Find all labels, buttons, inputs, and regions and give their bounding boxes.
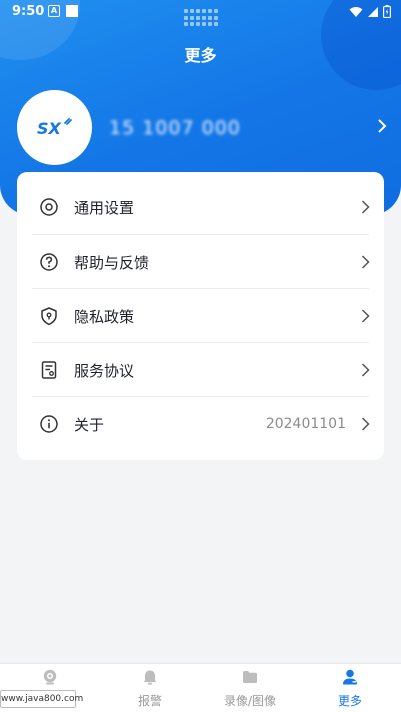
settings-ring-icon — [40, 198, 58, 216]
tab-label: 录像/图像 — [223, 694, 277, 708]
tab-alarm[interactable]: 报警 — [100, 664, 200, 712]
tab-label: 报警 — [137, 694, 162, 708]
sx-logo: SX — [37, 117, 72, 138]
notification-a-icon: A — [48, 5, 60, 17]
menu-item-label: 服务协议 — [74, 361, 135, 380]
menu-item-label: 隐私政策 — [74, 307, 135, 326]
menu-item-general-settings[interactable]: 通用设置 — [17, 180, 384, 234]
folder-icon — [243, 671, 257, 683]
settings-menu-card: 通用设置 帮助与反馈 隐私政策 服务协议 关于 202401101 — [17, 172, 384, 460]
menu-item-service-agreement[interactable]: 服务协议 — [17, 343, 384, 397]
profile-section[interactable]: SX 15 1007 000 — [17, 90, 389, 166]
menu-item-label: 通用设置 — [74, 198, 135, 217]
camera-icon — [43, 669, 57, 685]
menu-item-help-feedback[interactable]: 帮助与反馈 — [17, 235, 384, 289]
privacy-shield-icon — [41, 307, 57, 326]
menu-item-privacy-policy[interactable]: 隐私政策 — [17, 289, 384, 343]
chevron-right-icon — [361, 417, 370, 431]
bell-icon — [143, 670, 157, 685]
menu-item-about[interactable]: 关于 202401101 — [17, 397, 384, 451]
wifi-icon — [349, 6, 363, 17]
notification-square-icon — [66, 5, 78, 17]
tab-recordings[interactable]: 录像/图像 — [200, 664, 300, 712]
document-icon — [41, 361, 57, 379]
chevron-right-icon — [361, 309, 370, 323]
app-version: 202401101 — [265, 416, 346, 432]
camera-notch-dots — [184, 9, 220, 27]
svg-text:SX: SX — [37, 119, 62, 138]
status-time: 9:50 — [12, 4, 45, 19]
tab-label: 更多 — [337, 694, 362, 708]
help-circle-icon — [40, 253, 58, 271]
menu-item-label: 帮助与反馈 — [74, 253, 150, 272]
chevron-right-icon[interactable] — [377, 118, 387, 134]
phone-number: 15 1007 000 — [109, 117, 241, 139]
status-icons — [349, 4, 391, 19]
chevron-right-icon — [361, 200, 370, 214]
battery-icon — [383, 5, 391, 18]
signal-icon — [367, 6, 378, 17]
watermark-badge: www.java800.com — [0, 690, 83, 708]
chevron-right-icon — [361, 255, 370, 269]
page-title: 更多 — [184, 46, 217, 65]
menu-item-label: 关于 — [74, 415, 105, 434]
info-circle-icon — [40, 415, 58, 433]
tab-more[interactable]: 更多 — [300, 664, 400, 712]
avatar[interactable]: SX — [17, 90, 92, 165]
chevron-right-icon — [361, 363, 370, 377]
user-icon — [343, 669, 357, 685]
